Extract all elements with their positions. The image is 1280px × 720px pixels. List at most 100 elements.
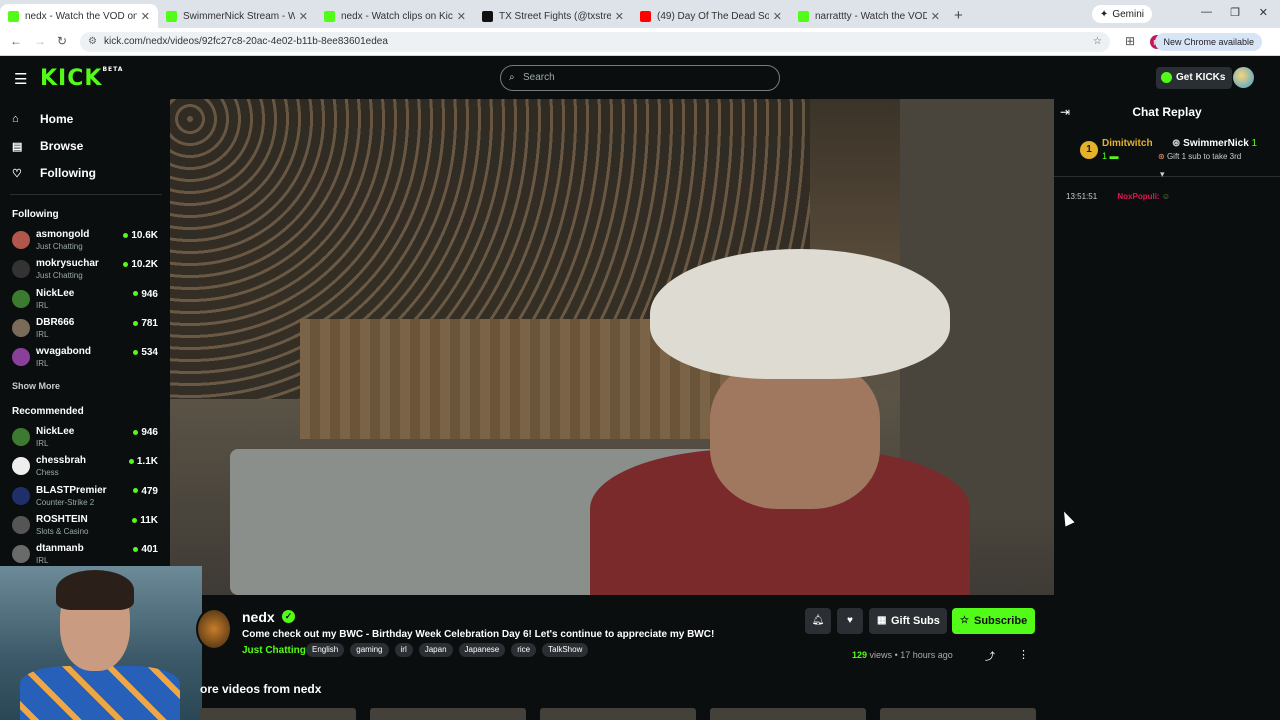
leaderboard-user-1[interactable]: Dimitwitch [1102,138,1153,149]
new-chrome-badge[interactable]: New Chrome available [1155,33,1262,51]
video-thumbnail[interactable] [540,708,696,720]
video-player[interactable] [170,99,1054,595]
tag-chip[interactable]: Japan [418,643,453,657]
site-header: ☰ KICKBETA ⌕ Search Get KICKs [0,57,1280,99]
channel-list-item[interactable]: NickLee IRL 946 [12,287,162,315]
channel-avatar [12,457,30,476]
tab-close-icon[interactable]: ✕ [141,10,150,23]
browser-tab[interactable]: nedx - Watch the VOD on Kick ✕ [0,4,158,28]
show-more-link[interactable]: Show More [12,381,60,391]
get-kicks-button[interactable]: Get KICKs [1156,67,1233,89]
url-bar[interactable]: ⚙ kick.com/nedx/videos/92fc27c8-20ac-4e0… [80,32,1110,52]
tab-favicon-icon [166,10,177,22]
home-icon: ⌂ [12,113,19,125]
tab-title: narrattty - Watch the VOD on Kick [815,10,927,22]
sidebar-item-browse[interactable]: ▤ Browse [12,136,83,156]
kick-logo[interactable]: KICKBETA [40,66,123,91]
tab-favicon-icon [8,10,19,22]
channel-list-item[interactable]: wvagabond IRL 534 [12,345,162,373]
back-icon[interactable]: ← [10,34,22,48]
tab-title: nedx - Watch clips on Kick [341,10,453,22]
sidebar-item-following[interactable]: ♡ Following [12,163,96,183]
more-videos-heading: ore videos from nedx [200,682,322,696]
tag-chip[interactable]: gaming [350,643,389,657]
channel-list-item[interactable]: chessbrah Chess 1.1K [12,454,162,482]
window-close-icon[interactable]: ✕ [1259,6,1268,19]
tab-close-icon[interactable]: ✕ [931,10,940,23]
leaderboard-message-text: Gift 1 sub to take 3rd [1166,152,1242,161]
reload-icon[interactable]: ↻ [57,34,67,48]
leaderboard-count-2: 1 [1251,138,1258,149]
minimize-icon[interactable]: — [1201,6,1212,18]
gemini-button[interactable]: ✦ Gemini [1091,5,1152,23]
gift-small-icon: ⊛ [1158,152,1167,161]
sidebar-divider [10,194,162,195]
follow-heart-icon[interactable]: ♥ [837,608,863,634]
forward-icon[interactable]: → [34,34,46,48]
new-tab-button[interactable]: + [954,7,963,24]
video-frame-hat [650,249,950,379]
leaderboard-user-2[interactable]: ⊛ SwimmerNick 1 [1172,138,1257,149]
browser-tab[interactable]: (49) Day Of The Dead Sounds ✕ [632,4,790,28]
channel-category: Counter-Strike 2 [36,497,95,507]
rank-badge: 1 [1080,141,1098,159]
browser-tab[interactable]: TX Street Fights (@txstreetfights) ✕ [474,4,632,28]
viewer-count: 401 [133,544,158,555]
video-age: 17 hours ago [900,650,953,660]
chat-message: 13:51:51 NoxPopuli: ☺ [1066,192,1170,201]
tab-close-icon[interactable]: ✕ [773,10,782,23]
category-link[interactable]: Just Chatting [242,645,306,656]
tab-favicon-icon [640,10,651,22]
search-input[interactable]: ⌕ Search [500,65,780,91]
tab-title: SwimmerNick Stream - Watch Live [183,10,295,22]
chat-username[interactable]: NoxPopuli: [1117,192,1159,201]
browser-tab[interactable]: narrattty - Watch the VOD on Kick ✕ [790,4,948,28]
sidebar-item-label: Following [40,166,96,180]
browser-tab[interactable]: nedx - Watch clips on Kick ✕ [316,4,474,28]
tag-chip[interactable]: irl [394,643,413,657]
expand-leaderboard-icon[interactable]: ▾ [1160,169,1165,180]
tab-close-icon[interactable]: ✕ [457,10,466,23]
viewer-count: 11K [132,515,158,526]
channel-list-item[interactable]: BLASTPremier Counter-Strike 2 479 [12,484,162,512]
user-avatar[interactable] [1233,67,1254,88]
channel-list-item[interactable]: mokrysuchar Just Chatting 10.2K [12,257,162,285]
tag-chip[interactable]: TalkShow [542,643,589,657]
notification-bell-icon[interactable]: 🔔︎ [805,608,831,634]
gift-subs-button[interactable]: ▦ Gift Subs [869,608,947,634]
bookmark-star-icon[interactable]: ☆ [1093,32,1102,52]
site-info-icon[interactable]: ⚙ [88,32,97,52]
channel-list-item[interactable]: NickLee IRL 946 [12,425,162,453]
tab-close-icon[interactable]: ✕ [299,10,308,23]
browser-tab[interactable]: SwimmerNick Stream - Watch Live ✕ [158,4,316,28]
more-options-icon[interactable]: ⋮ [1018,648,1029,661]
video-thumbnail[interactable] [200,708,356,720]
gift-icon: ⊛ [1172,138,1184,149]
gemini-label: Gemini [1112,8,1144,20]
channel-name: mokrysuchar [36,258,99,270]
extensions-icon[interactable]: ⊞ [1125,34,1135,48]
video-thumbnail[interactable] [880,708,1036,720]
channel-avatar [12,231,30,249]
tag-chip[interactable]: Japanese [458,643,506,657]
channel-list-item[interactable]: DBR666 IRL 781 [12,316,162,344]
channel-name: wvagabond [36,346,92,358]
share-icon[interactable]: ⤴ [985,648,995,663]
channel-category: IRL [36,300,49,310]
sidebar-item-home[interactable]: ⌂ Home [12,109,73,129]
tag-chip[interactable]: rice [511,643,537,657]
video-thumbnail[interactable] [370,708,526,720]
channel-list-item[interactable]: ROSHTEIN Slots & Casino 11K [12,513,162,541]
views-label: views [869,650,893,660]
webcam-shirt [20,666,180,720]
channel-name[interactable]: nedx [242,609,275,625]
channel-avatar[interactable] [196,608,232,650]
tag-chip[interactable]: English [306,643,345,657]
video-thumbnail[interactable] [710,708,866,720]
restore-icon[interactable]: ❐ [1230,6,1240,19]
menu-icon[interactable]: ☰ [14,70,27,88]
tab-close-icon[interactable]: ✕ [615,10,624,23]
channel-name: ROSHTEIN [36,513,88,525]
channel-list-item[interactable]: asmongold Just Chatting 10.6K [12,228,162,256]
subscribe-button[interactable]: ☆ Subscribe [952,608,1035,634]
